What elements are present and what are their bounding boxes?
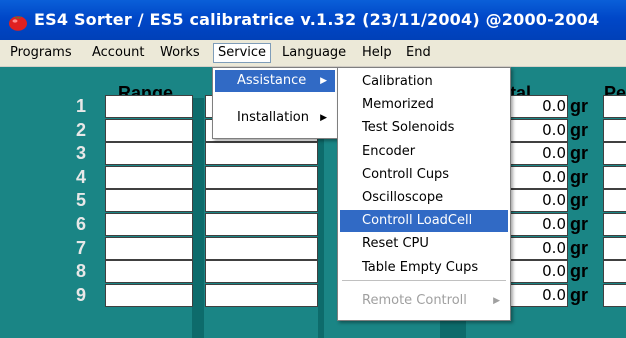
submenu-arrow-icon: ▶ [320, 113, 327, 123]
unit-label: gr [570, 237, 588, 258]
assistance-item-label: Oscilloscope [362, 190, 444, 205]
range-field[interactable] [205, 213, 318, 236]
row-number: 4 [75, 166, 86, 187]
range-field[interactable] [105, 213, 193, 236]
assistance-item-label: Table Empty Cups [362, 259, 479, 275]
tomato-icon [9, 16, 27, 31]
row-number: 7 [75, 237, 86, 258]
assistance-item-label: Controll Cups [362, 166, 450, 182]
range-field[interactable] [105, 95, 193, 118]
assistance-submenu: Calibration Memorized Test Solenoids Encode… [337, 67, 511, 321]
assistance-item-label: Controll LoadCell [362, 213, 473, 229]
pe-field[interactable] [603, 283, 626, 307]
row-number: 9 [75, 284, 86, 305]
unit-label: gr [570, 166, 588, 187]
assistance-item[interactable]: Encoder [340, 141, 508, 163]
assistance-item[interactable]: Test Solenoids [340, 117, 508, 139]
unit-label: gr [570, 284, 588, 305]
service-item-installation[interactable]: Installation ▶ [215, 107, 335, 129]
menu-separator [342, 280, 506, 281]
range-field[interactable] [205, 260, 318, 284]
menu-bar: Programs Account Works Service Language … [0, 40, 626, 67]
range-field[interactable] [205, 236, 318, 260]
assistance-item[interactable]: Controll LoadCell [340, 210, 508, 233]
pe-field[interactable] [603, 260, 626, 284]
unit-label: gr [570, 261, 588, 282]
remote-label: Remote Controll [362, 293, 467, 308]
unit-label: gr [570, 214, 588, 234]
row-number: 3 [75, 143, 86, 164]
menu-help[interactable]: Help [362, 44, 392, 62]
row-number: 8 [75, 261, 86, 282]
title-bar[interactable]: ES4 Sorter / ES5 calibratrice v.1.32 (23… [0, 0, 626, 40]
submenu-arrow-icon: ▶ [493, 296, 500, 306]
row-number: 6 [75, 214, 86, 234]
row-number: 5 [75, 190, 86, 211]
assistance-item-label: Reset CPU [362, 236, 429, 252]
row-number: 1 [75, 96, 86, 116]
assistance-item-label: Calibration [362, 74, 433, 89]
range-field[interactable] [105, 283, 193, 307]
menu-service[interactable]: Service [213, 43, 272, 63]
range-field[interactable] [105, 118, 193, 142]
pe-field[interactable] [603, 95, 626, 118]
range-field[interactable] [205, 283, 318, 307]
range-field[interactable] [105, 236, 193, 260]
column-separator [192, 98, 204, 338]
unit-label: gr [570, 119, 588, 140]
assistance-item-remote-controll[interactable]: Remote Controll ▶ [340, 290, 508, 312]
unit-label: gr [570, 143, 588, 164]
range-field[interactable] [205, 189, 318, 213]
pe-field[interactable] [603, 189, 626, 213]
assistance-item-label: Encoder [362, 143, 416, 159]
pe-field[interactable] [603, 213, 626, 236]
range-field[interactable] [105, 142, 193, 166]
window-title: ES4 Sorter / ES5 calibratrice v.1.32 (23… [34, 10, 600, 29]
menu-account[interactable]: Account [92, 44, 145, 62]
menu-end[interactable]: End [406, 44, 431, 62]
assistance-item[interactable]: Memorized [340, 94, 508, 116]
row-number: 2 [75, 119, 86, 140]
menu-works[interactable]: Works [160, 44, 200, 62]
pe-field[interactable] [603, 142, 626, 166]
assistance-item[interactable]: Oscilloscope [340, 187, 508, 209]
range-field[interactable] [205, 142, 318, 166]
range-field[interactable] [105, 260, 193, 284]
service-dropdown: Assistance ▶ Installation ▶ [212, 67, 338, 139]
submenu-arrow-icon: ▶ [320, 76, 327, 86]
assistance-item[interactable]: Table Empty Cups [340, 257, 508, 279]
assistance-item-label: Test Solenoids [362, 120, 455, 136]
assistance-item-label: Memorized [362, 97, 434, 113]
menu-programs[interactable]: Programs [10, 44, 72, 62]
menu-language[interactable]: Language [282, 44, 346, 62]
pe-field[interactable] [603, 165, 626, 189]
assistance-item[interactable]: Calibration [340, 71, 508, 93]
unit-label: gr [570, 190, 588, 211]
range-field[interactable] [105, 189, 193, 213]
assistance-item[interactable]: Controll Cups [340, 164, 508, 186]
pe-field[interactable] [603, 118, 626, 142]
installation-label: Installation [237, 110, 310, 125]
range-field[interactable] [105, 165, 193, 189]
pe-field[interactable] [603, 236, 626, 260]
application-window: ES4 Sorter / ES5 calibratrice v.1.32 (23… [0, 0, 626, 338]
service-item-assistance[interactable]: Assistance ▶ [215, 70, 335, 92]
range-field[interactable] [205, 165, 318, 189]
unit-label: gr [570, 96, 588, 116]
assistance-item[interactable]: Reset CPU [340, 233, 508, 255]
assistance-label: Assistance [237, 73, 307, 88]
